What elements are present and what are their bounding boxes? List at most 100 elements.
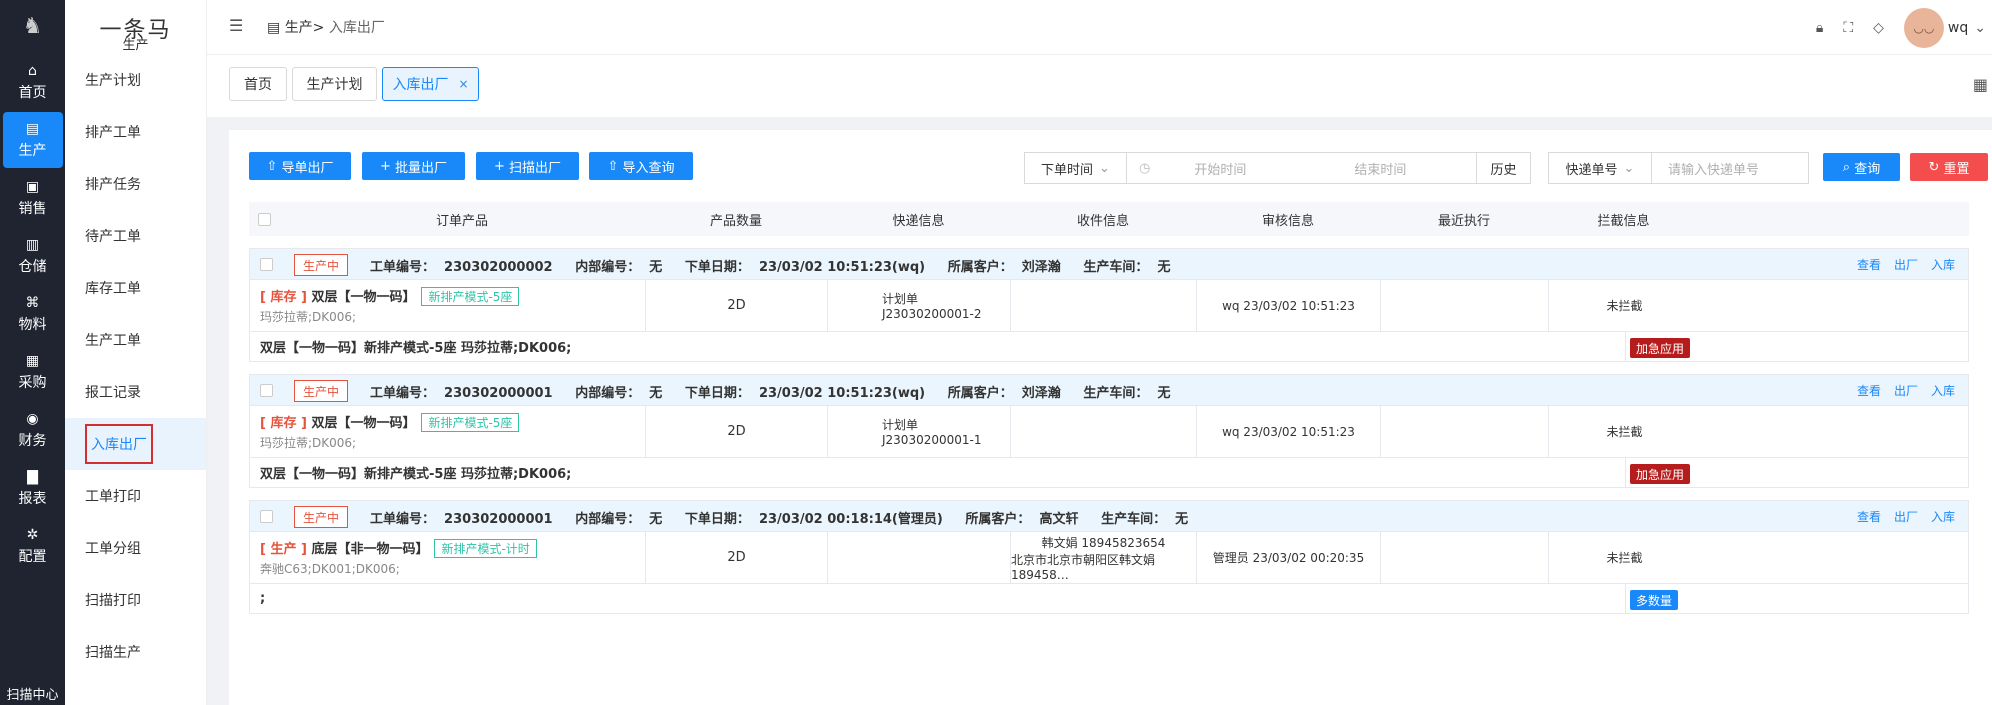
lock-icon[interactable]: 🔒︎	[1816, 20, 1823, 36]
inbound-link[interactable]: 入库	[1931, 510, 1955, 524]
order-card: 生产中 工单编号： 230302000001 内部编号： 无 下单日期： 23/0…	[249, 500, 1969, 614]
batch-outbound-button[interactable]: + 批量出厂	[362, 152, 465, 180]
order-checkbox[interactable]	[260, 510, 273, 523]
sidebar-item-label: 库存工单	[85, 281, 141, 297]
sidebar-item-6[interactable]: 报工记录	[65, 366, 206, 418]
end-date-input[interactable]: 结束时间	[1354, 159, 1406, 178]
outbound-link[interactable]: 出厂	[1894, 258, 1918, 272]
order-tag: 加急应用	[1630, 464, 1691, 484]
material-icon: ⌘	[25, 294, 40, 311]
sidebar-item-label: 待产工单	[85, 229, 141, 245]
sidebar-item-11[interactable]: 扫描生产	[65, 626, 206, 678]
order-checkbox[interactable]	[260, 384, 273, 397]
rail-item-8[interactable]: ✲ 配置	[3, 518, 63, 574]
recipient-line2: 北京市北京市朝阳区韩文娟189458…	[1011, 552, 1156, 582]
view-link[interactable]: 查看	[1857, 258, 1881, 272]
breadcrumb-root[interactable]: 生产>	[285, 20, 325, 36]
plus-icon: +	[493, 158, 509, 174]
sidebar-item-4[interactable]: 库存工单	[65, 262, 206, 314]
quantity-cell: 2D	[646, 532, 828, 583]
inbound-link[interactable]: 入库	[1931, 258, 1955, 272]
chevron-down-icon[interactable]: ⌄	[1974, 20, 1986, 36]
order-checkbox[interactable]	[260, 258, 273, 271]
rail-item-2[interactable]: ▣ 销售	[3, 170, 63, 226]
view-link[interactable]: 查看	[1857, 384, 1881, 398]
sidebar-item-5[interactable]: 生产工单	[65, 314, 206, 366]
audit-cell: wq 23/03/02 10:51:23	[1197, 280, 1381, 331]
tab-inbound-outbound[interactable]: 入库出厂 ×	[382, 67, 479, 101]
history-button[interactable]: 历史	[1476, 152, 1531, 184]
inbound-link[interactable]: 入库	[1931, 384, 1955, 398]
close-icon[interactable]: ×	[458, 77, 468, 91]
time-type-select[interactable]: 下单时间 ⌄	[1024, 152, 1127, 184]
sidebar-item-8[interactable]: 工单打印	[65, 470, 206, 522]
upload-icon: ⇧	[607, 158, 623, 174]
recipient-cell: 韩文娟 18945823654 北京市北京市朝阳区韩文娟189458…	[1011, 532, 1197, 583]
button-label: 重置	[1943, 161, 1970, 177]
import-query-button[interactable]: ⇧ 导入查询	[589, 152, 693, 180]
product-name: 底层【非一物一码】	[306, 542, 429, 557]
product-cell: [ 生产 ] 底层【非一物一码】 新排产模式-计时 奔驰C63;DK001;DK00…	[250, 532, 646, 583]
order-summary: 双层【一物一码】新排产模式-5座 玛莎拉蒂;DK006;	[250, 458, 1626, 487]
button-label: 导单出厂	[281, 160, 334, 176]
select-all-checkbox[interactable]	[257, 212, 271, 226]
fullscreen-icon[interactable]: ⛶	[1843, 20, 1853, 36]
sidebar-item-label: 工单分组	[85, 541, 141, 557]
quantity-cell: 2D	[646, 406, 828, 457]
box-icon: ▤	[25, 120, 40, 137]
sidebar-item-3[interactable]: 待产工单	[65, 210, 206, 262]
sidebar-group-title: 生产	[122, 38, 149, 53]
intercept-cell: 未拦截	[1606, 299, 1643, 313]
rail-item-label: 报表	[18, 490, 47, 507]
outbound-link[interactable]: 出厂	[1894, 510, 1918, 524]
view-link[interactable]: 查看	[1857, 510, 1881, 524]
order-actions: 查看 出厂 入库	[1857, 256, 1968, 273]
user-name[interactable]: wq	[1948, 20, 1968, 36]
refresh-icon: ↻	[1928, 159, 1944, 175]
recipient-cell	[1011, 280, 1197, 331]
sidebar-item-10[interactable]: 扫描打印	[65, 574, 206, 626]
rail-item-label: 财务	[18, 432, 47, 449]
express-type-select[interactable]: 快递单号 ⌄	[1548, 152, 1652, 184]
rail-item-5[interactable]: ▦ 采购	[3, 344, 63, 400]
top-header: ☰ ▤ 生产> 入库出厂 🔒︎ ⛶ ◇ ◡◡ wq ⌄	[207, 0, 1992, 55]
avatar[interactable]: ◡◡	[1903, 7, 1944, 48]
order-row: [ 生产 ] 底层【非一物一码】 新排产模式-计时 奔驰C63;DK001;DK00…	[250, 531, 1968, 583]
scan-outbound-button[interactable]: + 扫描出厂	[476, 152, 579, 180]
quantity-cell: 2D	[646, 280, 828, 331]
reset-button[interactable]: ↻ 重置	[1910, 153, 1988, 181]
settings-icon: ✲	[26, 526, 39, 543]
grid-icon[interactable]: ▦	[1973, 75, 1988, 94]
sidebar-item-0[interactable]: 生产计划	[65, 54, 206, 106]
sidebar-item-1[interactable]: 排产工单	[65, 106, 206, 158]
box-icon: ▤	[267, 20, 281, 36]
rail-item-3[interactable]: ▥ 仓储	[3, 228, 63, 284]
product-name: 双层【一物一码】	[306, 416, 416, 431]
button-label: 扫描出厂	[509, 160, 562, 176]
outbound-link[interactable]: 出厂	[1894, 384, 1918, 398]
sidebar-item-7[interactable]: 入库出厂	[65, 418, 206, 470]
start-date-input[interactable]: 开始时间	[1194, 159, 1246, 178]
date-range-picker[interactable]: ◷ 开始时间 结束时间	[1126, 152, 1477, 184]
menu-toggle-icon[interactable]: ☰	[229, 16, 243, 35]
rail-item-0[interactable]: ⌂ 首页	[3, 54, 63, 110]
home-icon: ⌂	[28, 62, 37, 79]
tab-home[interactable]: 首页	[229, 67, 287, 101]
rail-item-1[interactable]: ▤ 生产	[2, 112, 63, 168]
column-header: 审核信息	[1261, 213, 1314, 229]
column-header: 快递信息	[892, 213, 945, 229]
rail-item-4[interactable]: ⌘ 物料	[3, 286, 63, 342]
sidebar-item-9[interactable]: 工单分组	[65, 522, 206, 574]
rail-item-6[interactable]: ◉ 财务	[3, 402, 63, 458]
express-number-input[interactable]: 请输入快递单号	[1651, 152, 1809, 184]
select-value: 快递单号	[1565, 162, 1618, 178]
rail-item-scan-center[interactable]: 扫描中心	[0, 684, 65, 703]
search-button[interactable]: ⌕ 查询	[1823, 153, 1900, 181]
mode-badge: 新排产模式-计时	[434, 539, 537, 558]
rail-item-7[interactable]: ▇ 报表	[3, 460, 63, 516]
clear-icon[interactable]: ◇	[1873, 20, 1884, 36]
import-outbound-button[interactable]: ⇧ 导单出厂	[249, 152, 351, 180]
tab-production-plan[interactable]: 生产计划	[292, 67, 377, 101]
order-summary: ;	[250, 584, 1626, 613]
sidebar-item-2[interactable]: 排产任务	[65, 158, 206, 210]
